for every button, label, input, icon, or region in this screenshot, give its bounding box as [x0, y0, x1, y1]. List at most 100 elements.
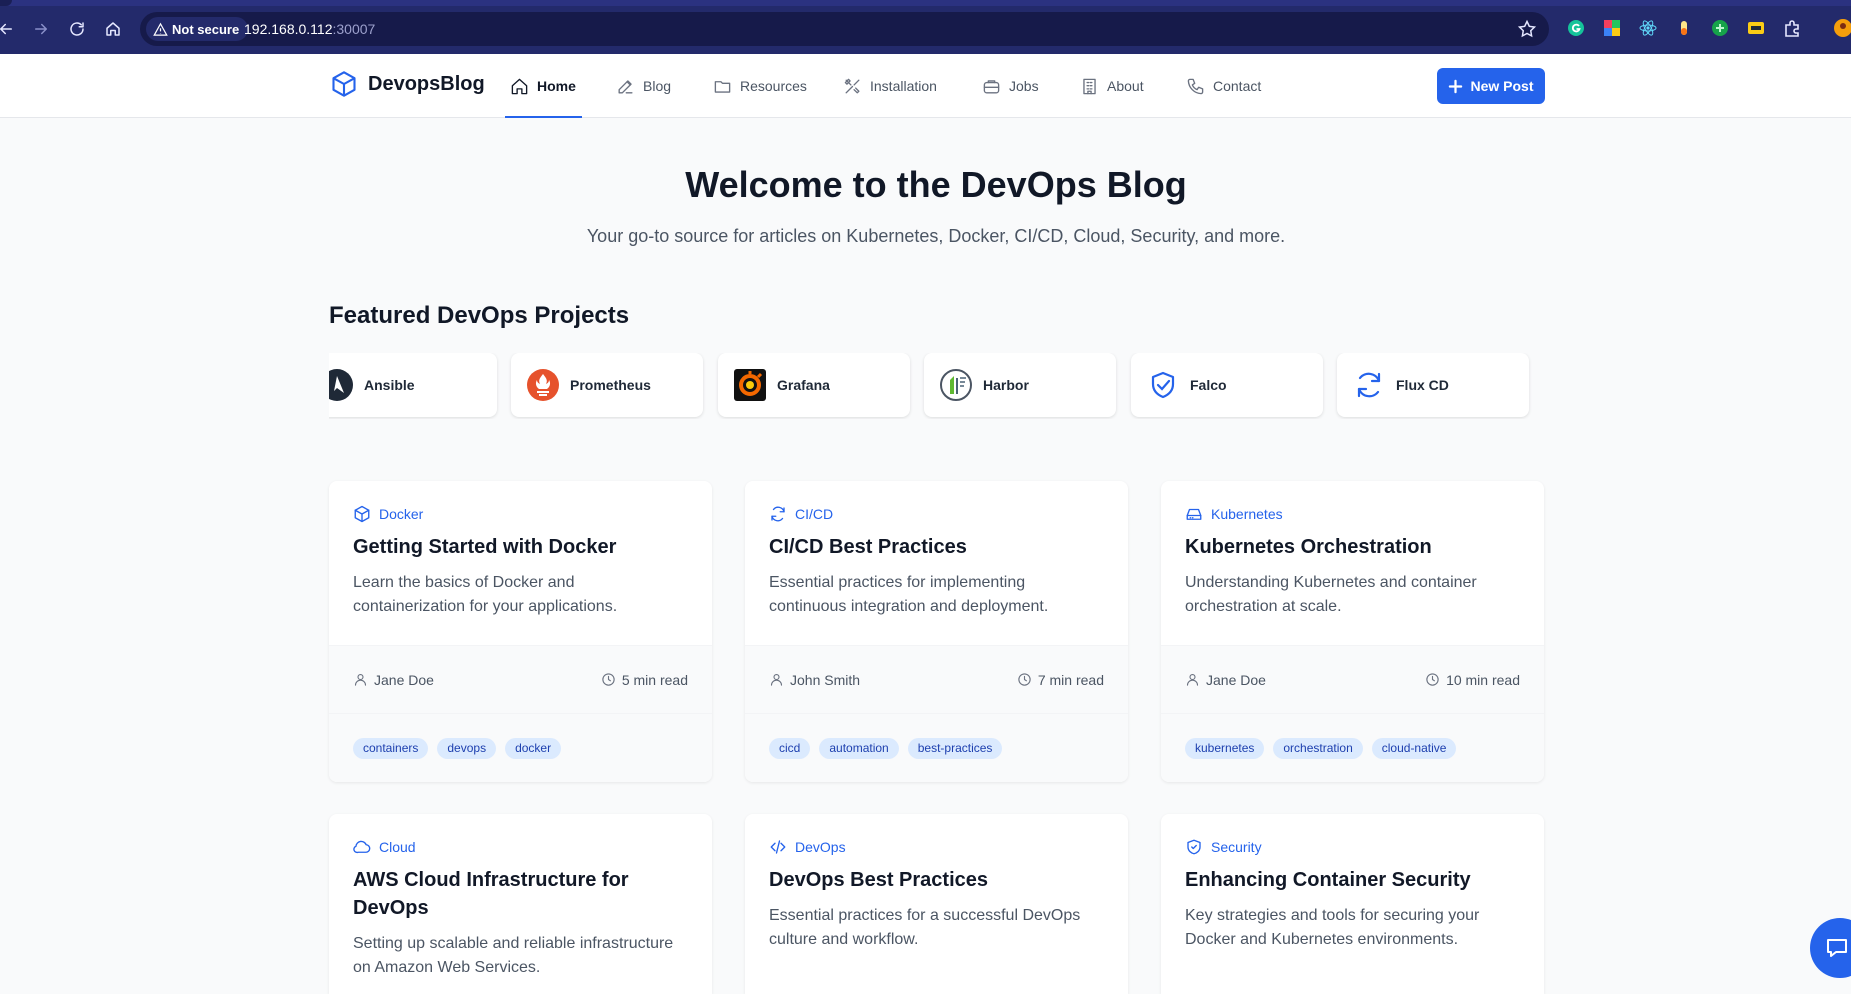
post-card-devops[interactable]: DevOps DevOps Best Practices Essential p…: [745, 814, 1128, 994]
post-title[interactable]: DevOps Best Practices: [769, 866, 1104, 894]
featured-projects-carousel[interactable]: Ansible Prometheus Grafana Harbor Falco …: [329, 353, 1546, 419]
arrow-right-icon: [35, 23, 47, 35]
post-category[interactable]: Kubernetes: [1185, 505, 1520, 523]
nav-item-resources[interactable]: Resources: [713, 54, 807, 118]
pill-extension-icon[interactable]: [1675, 19, 1693, 37]
code-icon: [770, 840, 786, 854]
url-text[interactable]: 192.168.0.112:30007: [244, 21, 375, 37]
nav-item-label: Contact: [1213, 78, 1262, 94]
tag-chip[interactable]: containers: [353, 737, 429, 759]
tag-chip[interactable]: docker: [505, 737, 562, 759]
tag-chip[interactable]: best-practices: [907, 737, 1003, 759]
grammarly-extension-icon[interactable]: [1567, 19, 1585, 37]
nav-item-home[interactable]: Home: [505, 54, 582, 118]
clock-icon: [1426, 673, 1439, 686]
post-category[interactable]: CI/CD: [769, 505, 1104, 523]
tag-chip[interactable]: devops: [437, 737, 497, 759]
post-card-cloud[interactable]: Cloud AWS Cloud Infrastructure for DevOp…: [329, 814, 712, 994]
nav-item-about[interactable]: About: [1080, 54, 1144, 118]
project-card-ansible[interactable]: Ansible: [329, 353, 497, 417]
tag-chip[interactable]: cicd: [769, 737, 811, 759]
ansible-logo: [329, 368, 354, 402]
reload-button[interactable]: [65, 17, 89, 41]
post-meta: John Smith 7 min read: [745, 645, 1128, 714]
nav-item-label: Blog: [643, 78, 672, 94]
post-description: Setting up scalable and reliable infrast…: [353, 935, 674, 976]
post-card-docker[interactable]: Docker Getting Started with Docker Learn…: [329, 481, 712, 782]
tag-chip[interactable]: orchestration: [1273, 737, 1363, 759]
post-meta: Jane Doe 10 min read: [1161, 645, 1544, 714]
post-read-time: 7 min read: [1017, 672, 1104, 688]
bookmark-button[interactable]: [1517, 19, 1537, 39]
tag-chip[interactable]: automation: [819, 737, 899, 759]
clock-icon: [1018, 673, 1031, 686]
post-title[interactable]: Enhancing Container Security: [1185, 866, 1520, 894]
tag-chip[interactable]: cloud-native: [1371, 737, 1457, 759]
react-devtools-extension-icon[interactable]: [1639, 19, 1657, 37]
back-button[interactable]: [0, 17, 18, 41]
project-card-falco[interactable]: Falco: [1131, 353, 1323, 417]
tag-chip[interactable]: kubernetes: [1185, 737, 1265, 759]
star-icon: [1517, 19, 1537, 38]
post-category[interactable]: Cloud: [353, 838, 688, 856]
post-author-name: Jane Doe: [1206, 671, 1266, 688]
nav-item-contact[interactable]: Contact: [1186, 54, 1261, 118]
user-icon: [1186, 673, 1199, 686]
phone-icon: [1187, 78, 1204, 94]
brand-logo-link[interactable]: DevopsBlog: [330, 70, 485, 98]
clock-icon: [602, 673, 615, 686]
post-read-time: 10 min read: [1425, 672, 1520, 688]
project-name: Prometheus: [570, 377, 651, 393]
project-card-prometheus[interactable]: Prometheus: [511, 353, 703, 417]
post-description: Understanding Kubernetes and container o…: [1185, 574, 1477, 615]
new-post-button[interactable]: New Post: [1437, 68, 1545, 104]
shield-check-icon: [1146, 368, 1180, 402]
post-card-body: Kubernetes Kubernetes Orchestration Unde…: [1161, 481, 1544, 645]
nav-item-label: Installation: [870, 78, 937, 94]
post-title[interactable]: CI/CD Best Practices: [769, 533, 1104, 561]
post-card-kubernetes[interactable]: Kubernetes Kubernetes Orchestration Unde…: [1161, 481, 1544, 782]
post-title[interactable]: Kubernetes Orchestration: [1185, 533, 1520, 561]
extensions-puzzle-icon[interactable]: [1783, 19, 1801, 37]
prometheus-logo: [526, 368, 560, 402]
project-name: Harbor: [983, 377, 1029, 393]
post-title[interactable]: Getting Started with Docker: [353, 533, 688, 561]
chat-bubble-icon: [1827, 939, 1847, 957]
nav-item-installation[interactable]: Installation: [843, 54, 937, 118]
post-category[interactable]: DevOps: [769, 838, 1104, 856]
post-category[interactable]: Docker: [353, 505, 688, 523]
post-category[interactable]: Security: [1185, 838, 1520, 856]
green-extension-icon[interactable]: [1711, 19, 1729, 37]
post-card-body: DevOps DevOps Best Practices Essential p…: [745, 814, 1128, 978]
post-category-label: Docker: [379, 506, 424, 522]
nav-item-label: Home: [537, 78, 576, 94]
nav-item-blog[interactable]: Blog: [616, 54, 671, 118]
box-icon: [354, 505, 370, 523]
profile-avatar[interactable]: [1834, 19, 1851, 37]
security-indicator[interactable]: Not secure: [146, 17, 249, 41]
chat-button[interactable]: [1810, 918, 1851, 978]
address-bar[interactable]: Not secure 192.168.0.112:30007: [140, 12, 1549, 46]
forward-button[interactable]: [29, 17, 53, 41]
post-title[interactable]: AWS Cloud Infrastructure for DevOps: [353, 866, 688, 922]
post-read-time: 5 min read: [601, 672, 688, 688]
browser-toolbar: Not secure 192.168.0.112:30007: [0, 0, 1851, 54]
plus-icon: [1449, 79, 1463, 93]
post-card-cicd[interactable]: CI/CD CI/CD Best Practices Essential pra…: [745, 481, 1128, 782]
nav-item-jobs[interactable]: Jobs: [982, 54, 1039, 118]
arrow-left-icon: [0, 23, 12, 35]
featured-projects-title: Featured DevOps Projects: [329, 302, 630, 329]
box-extension-icon[interactable]: [1747, 19, 1765, 37]
post-card-security[interactable]: Security Enhancing Container Security Ke…: [1161, 814, 1544, 994]
nav-item-label: About: [1107, 78, 1144, 94]
post-card-body: Security Enhancing Container Security Ke…: [1161, 814, 1544, 978]
project-card-harbor[interactable]: Harbor: [924, 353, 1116, 417]
post-author: Jane Doe: [1185, 672, 1266, 688]
reload-icon: [70, 22, 84, 36]
post-description: Essential practices for a successful Dev…: [769, 907, 1081, 948]
home-button[interactable]: [101, 17, 125, 41]
project-card-grafana[interactable]: Grafana: [718, 353, 910, 417]
project-card-flux-cd[interactable]: Flux CD: [1337, 353, 1529, 417]
post-read-time-label: 5 min read: [621, 671, 688, 688]
color-palette-extension-icon[interactable]: [1603, 19, 1621, 37]
